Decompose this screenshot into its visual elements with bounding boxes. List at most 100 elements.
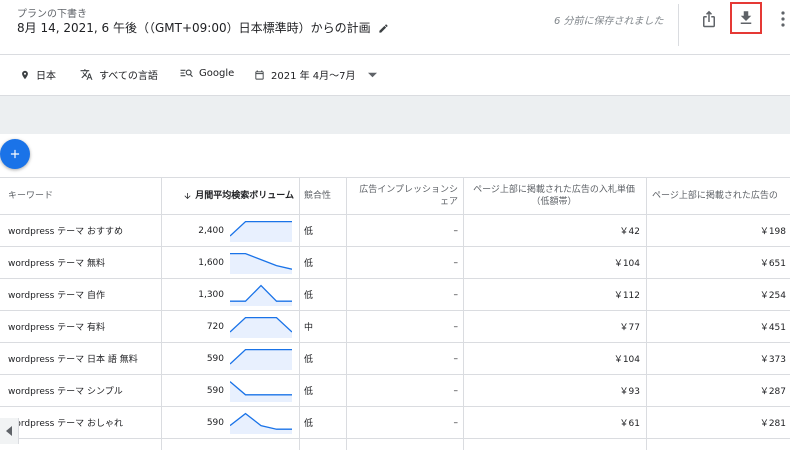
competition-cell: 低: [304, 355, 314, 365]
keyword-cell: wordpress テーマ 有料: [8, 323, 105, 333]
keyword-cell: wordpress テーマ おしゃれ: [8, 419, 123, 429]
trend-area: [230, 285, 292, 306]
bid-low-cell: ￥61: [619, 419, 640, 429]
impression-share-cell: –: [453, 225, 459, 236]
impression-share-cell: –: [453, 321, 459, 332]
column-header-avg-searches[interactable]: 月間平均検索ボリューム: [162, 178, 298, 214]
search-volume-cell: 720: [206, 321, 224, 332]
header-divider: [678, 4, 679, 46]
column-divider: [346, 178, 347, 450]
competition-cell: 低: [304, 387, 314, 397]
plan-title[interactable]: 8月 14, 2021, 6 午後（（GMT+09:00）日本標準時）からの計画: [17, 19, 389, 37]
trend-area: [230, 221, 292, 242]
column-header-impression-share-label: 広告インプレッションシェア: [359, 185, 458, 207]
column-header-avg-searches-label: 月間平均検索ボリューム: [195, 191, 294, 201]
table-row[interactable]: wordpress テーマ おすすめ 2,400 低 – ￥42 ￥198: [0, 215, 790, 247]
location-pin-icon: [22, 70, 28, 79]
competition-cell: 低: [304, 227, 314, 237]
bid-low-cell: ￥104: [613, 259, 640, 269]
column-header-bid-high[interactable]: ページ上部に掲載された広告の: [648, 178, 790, 214]
table-row[interactable]: wordpress テーマ 有料 720 中 – ￥77 ￥451: [0, 311, 790, 343]
pencil-icon[interactable]: [378, 23, 389, 37]
search-volume-cell: 1,600: [198, 257, 224, 268]
date-range-filter[interactable]: 2021 年 4月～7月: [254, 67, 383, 82]
table-body: wordpress テーマ おすすめ 2,400 低 – ￥42 ￥198 wordpres…: [0, 215, 790, 439]
plan-title-text: 8月 14, 2021, 6 午後（（GMT+09:00）日本標準時）からの計画: [17, 21, 371, 35]
table-header: キーワード 月間平均検索ボリューム 競合性 広告インプレッションシェア ページ上…: [0, 178, 790, 215]
trend-sparkline: [230, 284, 292, 306]
keyword-cell: wordpress テーマ 無料: [8, 259, 105, 269]
bid-high-cell: ￥198: [759, 227, 786, 237]
calendar-icon: [255, 69, 264, 80]
column-header-impression-share[interactable]: 広告インプレッションシェア: [348, 178, 462, 214]
column-divider: [646, 178, 647, 450]
bid-low-cell: ￥104: [613, 355, 640, 365]
column-header-bid-high-label: ページ上部に掲載された広告の: [652, 191, 778, 201]
impression-share-cell: –: [453, 417, 459, 428]
search-volume-cell: 590: [206, 353, 224, 364]
trend-area: [230, 413, 292, 434]
trend-sparkline: [230, 381, 292, 402]
bid-low-cell: ￥42: [619, 227, 640, 237]
table-row[interactable]: wordpress テーマ 自作 1,300 低 – ￥112 ￥254: [0, 279, 790, 311]
competition-cell: 低: [304, 291, 314, 301]
column-header-competition-label: 競合性: [304, 191, 332, 201]
competition-cell: 中: [304, 323, 314, 333]
trend-area: [230, 349, 292, 370]
keyword-cell: wordpress テーマ 日本 語 無料: [8, 355, 138, 365]
column-divider: [299, 178, 300, 450]
column-header-keyword-label: キーワード: [8, 191, 54, 201]
table-row[interactable]: wordpress テーマ 無料 1,600 低 – ￥104 ￥651: [0, 247, 790, 279]
add-keyword-button[interactable]: [0, 139, 30, 169]
language-filter[interactable]: すべての言語: [80, 67, 158, 82]
more-vert-icon: [781, 11, 785, 27]
trend-sparkline: [230, 348, 292, 370]
date-range-label: 2021 年 4月～7月: [271, 71, 356, 82]
impression-share-cell: –: [453, 353, 459, 364]
competition-cell: 低: [304, 259, 314, 269]
chart-area-band: [0, 95, 790, 134]
more-options-button[interactable]: [777, 8, 789, 30]
download-icon: [740, 11, 752, 24]
keyword-cell: wordpress テーマ おすすめ: [8, 227, 123, 237]
chevron-left-icon: [6, 426, 12, 436]
column-header-bid-low-label: ページ上部に掲載された広告の入札単価（低額帯）: [473, 185, 635, 207]
table-row[interactable]: wordpress テーマ おしゃれ 590 低 – ￥61 ￥281: [0, 407, 790, 439]
competition-cell: 低: [304, 419, 314, 429]
scroll-left-button[interactable]: [0, 418, 19, 444]
table-row[interactable]: wordpress テーマ シンプル 590 低 – ￥93 ￥287: [0, 375, 790, 407]
column-divider: [161, 178, 162, 450]
table-row[interactable]: wordpress テーマ 日本 語 無料 590 低 – ￥104 ￥373: [0, 343, 790, 375]
bid-high-cell: ￥451: [759, 323, 786, 333]
save-status: 6 分前に保存されました: [554, 16, 664, 27]
trend-sparkline: [230, 412, 292, 434]
translate-icon: [80, 69, 93, 80]
network-filter-label: Google: [199, 67, 235, 79]
impression-share-cell: –: [453, 257, 459, 268]
search-volume-cell: 590: [206, 385, 224, 396]
location-filter[interactable]: 日本: [20, 67, 56, 82]
column-divider: [463, 178, 464, 450]
plan-draft-label: プランの下書き: [17, 9, 87, 20]
location-filter-label: 日本: [36, 71, 56, 82]
share-button[interactable]: [698, 8, 720, 30]
column-header-bid-low[interactable]: ページ上部に掲載された広告の入札単価（低額帯）: [464, 178, 644, 214]
plan-header: プランの下書き 8月 14, 2021, 6 午後（（GMT+09:00）日本標…: [0, 0, 790, 55]
keyword-table: キーワード 月間平均検索ボリューム 競合性 広告インプレッションシェア ページ上…: [0, 177, 790, 450]
trend-sparkline: [230, 220, 292, 242]
filter-bar: 日本 すべての言語 Google 2021 年 4月～7月: [0, 55, 790, 93]
impression-share-cell: –: [453, 385, 459, 396]
add-icon: [10, 149, 20, 159]
share-icon: [703, 10, 715, 28]
bid-high-cell: ￥651: [759, 259, 786, 269]
bid-high-cell: ￥373: [759, 355, 786, 365]
column-header-keyword[interactable]: キーワード: [4, 178, 154, 214]
keyword-cell: wordpress テーマ シンプル: [8, 387, 123, 397]
download-button[interactable]: [730, 2, 762, 34]
sort-arrow-icon: [184, 193, 191, 199]
column-header-competition[interactable]: 競合性: [300, 178, 346, 214]
chevron-down-icon: [367, 72, 377, 77]
language-filter-label: すべての言語: [99, 71, 158, 82]
trend-sparkline: [230, 316, 292, 338]
network-filter[interactable]: Google: [180, 67, 234, 79]
